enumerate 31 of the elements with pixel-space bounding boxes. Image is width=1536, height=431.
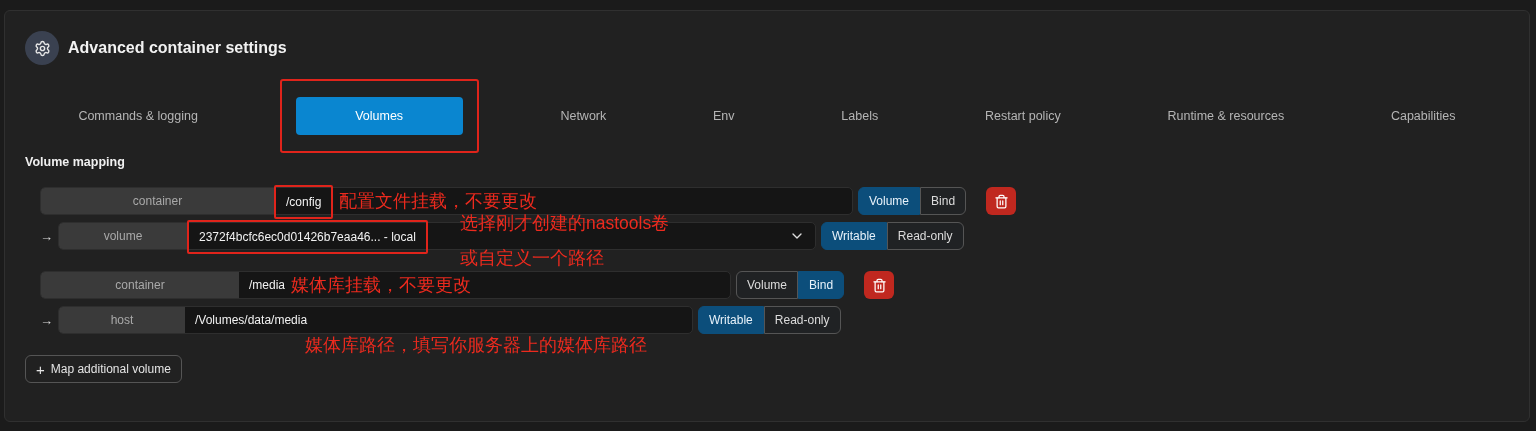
add-volume-button[interactable]: + Map additional volume [25, 355, 182, 383]
tab[interactable]: Env [703, 97, 745, 135]
arrow-text: → [40, 312, 54, 328]
input-field[interactable]: container /media 媒体库挂载，不要更改 [40, 271, 731, 299]
tab[interactable]: Network [550, 97, 617, 135]
tab[interactable]: Restart policy [974, 97, 1071, 135]
annotation-text: 媒体库挂载，不要更改 [291, 273, 472, 297]
annotation-text: 媒体库路径，填写你服务器上的媒体库路径 [305, 334, 647, 357]
annotation-text: 配置文件挂载，不要更改 [339, 189, 538, 213]
tab[interactable]: Runtime & resources [1157, 97, 1295, 135]
toggle-option[interactable]: Writable [698, 306, 764, 334]
panel-title: Advanced container settings [68, 39, 287, 57]
toggle-option[interactable]: Bind [798, 271, 845, 299]
arrow-text: → [40, 228, 54, 244]
settings-icon [25, 31, 59, 65]
delete-button[interactable] [986, 187, 1017, 215]
section-title: Volume mapping [25, 155, 126, 169]
input-field[interactable]: host /Volumes/data/media [58, 306, 693, 334]
toggle-option[interactable]: Volume [736, 271, 799, 299]
tab[interactable]: Labels [831, 97, 889, 135]
trash-icon [871, 277, 887, 293]
tab[interactable]: Commands & logging [68, 97, 208, 135]
toggle-option[interactable]: Bind [920, 187, 967, 215]
toggle-option[interactable]: Read-only [886, 222, 964, 250]
delete-button[interactable] [864, 271, 895, 299]
toggle-option[interactable]: Volume [858, 187, 921, 215]
tab[interactable]: Capabilities [1380, 97, 1466, 135]
toggle-option[interactable]: Read-only [763, 306, 841, 334]
trash-icon [993, 193, 1009, 209]
toggle-option[interactable]: Writable [821, 222, 887, 250]
tab[interactable]: Volumes [295, 97, 463, 135]
